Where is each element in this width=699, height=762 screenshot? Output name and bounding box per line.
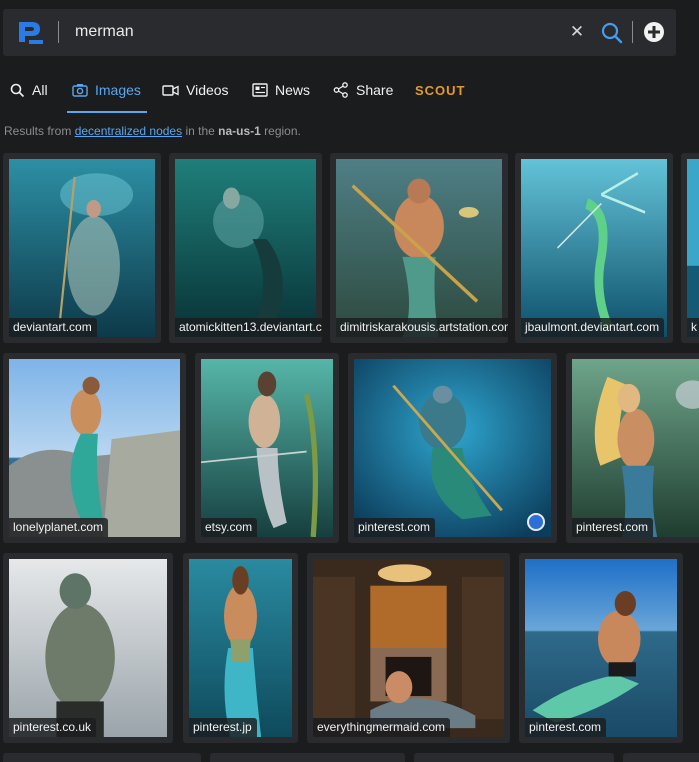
tab-news-label: News: [275, 82, 311, 98]
tab-news[interactable]: News: [252, 70, 310, 110]
result-source: pinterest.com: [525, 718, 607, 737]
result-thumbnail: [572, 359, 699, 537]
search-input[interactable]: merman: [75, 23, 134, 41]
search-tabs: All Images Videos News Share SCOUT: [0, 70, 699, 114]
result-source: jbaulmont.deviantart.com: [521, 318, 665, 337]
result-source: etsy.com: [201, 518, 258, 537]
share-icon: [333, 82, 348, 98]
verified-badge-icon: [527, 513, 545, 531]
video-icon: [162, 84, 179, 96]
newspaper-icon: [252, 83, 268, 97]
result-source: pinterest.co.uk: [9, 718, 97, 737]
presearch-logo[interactable]: [17, 20, 45, 46]
clear-search-button[interactable]: ✕: [567, 22, 587, 42]
result-source: dimitriskarakousis.artstation.com: [336, 318, 508, 337]
image-result[interactable]: [623, 753, 699, 762]
image-result[interactable]: dimitriskarakousis.artstation.com: [330, 153, 508, 343]
image-result[interactable]: pinterest.com: [566, 353, 699, 543]
image-result[interactable]: everythingmermaid.com: [307, 553, 510, 743]
region-name: na-us-1: [218, 124, 261, 138]
result-thumbnail: [521, 159, 667, 337]
image-result[interactable]: [3, 753, 201, 762]
result-thumbnail: [354, 359, 551, 537]
tab-videos[interactable]: Videos: [162, 70, 229, 110]
result-source: lonelyplanet.com: [9, 518, 109, 537]
result-thumbnail: [9, 559, 167, 737]
result-thumbnail: [336, 159, 502, 337]
result-thumbnail: [9, 359, 180, 537]
results-note-prefix: Results from: [4, 124, 75, 138]
tab-share-label: Share: [356, 82, 394, 98]
image-result[interactable]: pinterest.jp: [183, 553, 298, 743]
image-result[interactable]: k: [681, 153, 699, 343]
result-thumbnail: [201, 359, 333, 537]
image-result[interactable]: atomickitten13.deviantart.com: [169, 153, 322, 343]
tab-share[interactable]: Share: [333, 70, 393, 110]
result-source: atomickitten13.deviantart.com: [175, 318, 322, 337]
result-source: pinterest.jp: [189, 718, 257, 737]
result-source: pinterest.com: [572, 518, 654, 537]
results-note-suffix: region.: [260, 124, 301, 138]
decentralized-nodes-link[interactable]: decentralized nodes: [75, 124, 182, 138]
image-result[interactable]: pinterest.co.uk: [3, 553, 173, 743]
search-bar: merman ✕: [3, 9, 676, 56]
search-divider: [58, 21, 59, 43]
result-thumbnail: [189, 559, 292, 737]
results-source-note: Results from decentralized nodes in the …: [4, 124, 301, 138]
image-result[interactable]: [210, 753, 405, 762]
camera-icon: [72, 84, 88, 97]
result-thumbnail: [9, 159, 155, 337]
tab-all[interactable]: All: [10, 70, 48, 110]
scout-logo[interactable]: SCOUT: [415, 83, 466, 98]
tab-images-label: Images: [95, 82, 141, 98]
search-icon: [10, 83, 25, 97]
result-thumbnail: [175, 159, 316, 337]
tab-videos-label: Videos: [186, 82, 229, 98]
search-icon[interactable]: [600, 21, 624, 45]
plus-circle-icon[interactable]: [643, 21, 665, 43]
result-thumbnail: [687, 159, 699, 337]
result-source: deviantart.com: [9, 318, 97, 337]
image-result[interactable]: lonelyplanet.com: [3, 353, 186, 543]
result-source: k: [687, 318, 699, 337]
image-result[interactable]: pinterest.com: [519, 553, 683, 743]
action-divider: [632, 21, 633, 43]
result-thumbnail: [525, 559, 677, 737]
image-result[interactable]: jbaulmont.deviantart.com: [515, 153, 673, 343]
result-source: everythingmermaid.com: [313, 718, 451, 737]
image-result[interactable]: etsy.com: [195, 353, 339, 543]
results-note-middle: in the: [182, 124, 219, 138]
tab-images[interactable]: Images: [72, 70, 141, 110]
result-source: pinterest.com: [354, 518, 436, 537]
result-thumbnail: [313, 559, 504, 737]
image-result[interactable]: deviantart.com: [3, 153, 161, 343]
image-result[interactable]: pinterest.com: [348, 353, 557, 543]
tab-all-label: All: [32, 82, 48, 98]
active-tab-indicator: [67, 111, 147, 113]
image-result[interactable]: [414, 753, 614, 762]
